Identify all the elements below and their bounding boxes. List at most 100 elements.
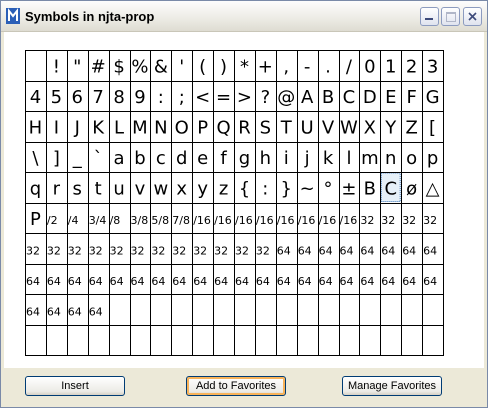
symbol-cell[interactable]: 64 <box>213 264 234 295</box>
symbol-cell[interactable]: # <box>88 50 109 81</box>
symbol-cell[interactable]: : <box>150 81 171 112</box>
symbol-cell[interactable]: p <box>422 142 443 173</box>
symbol-cell[interactable]: /4 <box>67 203 88 234</box>
symbol-cell[interactable]: 3/4 <box>88 203 109 234</box>
symbol-cell[interactable]: 64 <box>297 264 318 295</box>
symbol-cell[interactable]: 5/8 <box>150 203 171 234</box>
symbol-cell[interactable]: ; <box>171 81 192 112</box>
symbol-cell[interactable]: $ <box>109 50 130 81</box>
symbol-cell[interactable] <box>318 325 339 356</box>
symbol-cell[interactable]: { <box>234 172 255 203</box>
symbol-cell[interactable]: \ <box>25 142 46 173</box>
symbol-cell[interactable] <box>171 294 192 325</box>
symbol-cell[interactable]: 8 <box>109 81 130 112</box>
symbol-cell[interactable]: r <box>46 172 67 203</box>
symbol-cell[interactable]: C <box>339 81 360 112</box>
manage-favorites-button[interactable]: Manage Favorites <box>342 376 442 396</box>
symbol-cell[interactable]: 32 <box>46 233 67 264</box>
symbol-cell[interactable]: V <box>318 111 339 142</box>
symbol-cell[interactable] <box>130 325 151 356</box>
symbol-cell[interactable]: /16 <box>318 203 339 234</box>
symbol-cell[interactable]: 0 <box>359 50 380 81</box>
symbol-cell[interactable]: 64 <box>359 233 380 264</box>
symbol-cell[interactable]: + <box>255 50 276 81</box>
symbol-cell[interactable]: 64 <box>234 264 255 295</box>
symbol-cell[interactable]: 64 <box>422 264 443 295</box>
symbol-cell[interactable]: 64 <box>192 264 213 295</box>
symbol-cell[interactable]: X <box>359 111 380 142</box>
symbol-cell[interactable]: - <box>297 50 318 81</box>
symbol-cell[interactable]: 64 <box>25 264 46 295</box>
symbol-cell[interactable]: ~ <box>297 172 318 203</box>
symbol-cell[interactable]: B <box>318 81 339 112</box>
symbol-cell[interactable]: 64 <box>67 264 88 295</box>
symbol-cell[interactable]: K <box>88 111 109 142</box>
symbol-cell[interactable]: , <box>276 50 297 81</box>
symbol-cell[interactable]: s <box>67 172 88 203</box>
symbol-cell[interactable]: " <box>67 50 88 81</box>
symbol-cell[interactable] <box>276 325 297 356</box>
symbol-cell[interactable]: ? <box>255 81 276 112</box>
symbol-cell[interactable]: = <box>213 81 234 112</box>
symbol-cell[interactable] <box>255 294 276 325</box>
symbol-cell[interactable]: C <box>380 172 401 203</box>
symbol-cell[interactable]: @ <box>276 81 297 112</box>
symbol-cell[interactable]: N <box>150 111 171 142</box>
symbol-cell[interactable] <box>67 325 88 356</box>
symbol-cell[interactable] <box>46 325 67 356</box>
symbol-cell[interactable]: m <box>359 142 380 173</box>
symbol-cell[interactable]: l <box>339 142 360 173</box>
symbol-cell[interactable] <box>150 325 171 356</box>
symbol-cell[interactable]: 64 <box>422 233 443 264</box>
symbol-cell[interactable]: F <box>401 81 422 112</box>
symbol-cell[interactable]: > <box>234 81 255 112</box>
symbol-cell[interactable]: 64 <box>380 264 401 295</box>
symbol-cell[interactable]: 3/8 <box>130 203 151 234</box>
symbol-cell[interactable]: . <box>318 50 339 81</box>
insert-button[interactable]: Insert <box>25 376 125 396</box>
symbol-cell[interactable]: 32 <box>359 203 380 234</box>
symbol-cell[interactable]: 64 <box>318 264 339 295</box>
symbol-cell[interactable]: /8 <box>109 203 130 234</box>
symbol-cell[interactable]: 64 <box>276 264 297 295</box>
symbol-cell[interactable] <box>88 325 109 356</box>
symbol-cell[interactable]: 64 <box>339 264 360 295</box>
symbol-cell[interactable]: 5 <box>46 81 67 112</box>
symbol-cell[interactable]: ) <box>213 50 234 81</box>
symbol-cell[interactable]: 7 <box>88 81 109 112</box>
symbol-cell[interactable] <box>401 294 422 325</box>
symbol-cell[interactable]: } <box>276 172 297 203</box>
symbol-cell[interactable]: 3 <box>422 50 443 81</box>
symbol-cell[interactable]: 64 <box>150 264 171 295</box>
symbol-cell[interactable]: 2 <box>401 50 422 81</box>
symbol-cell[interactable]: R <box>234 111 255 142</box>
symbol-cell[interactable]: 64 <box>359 264 380 295</box>
symbol-cell[interactable]: Y <box>380 111 401 142</box>
symbol-cell[interactable]: v <box>130 172 151 203</box>
symbol-cell[interactable] <box>339 294 360 325</box>
symbol-cell[interactable] <box>401 325 422 356</box>
symbol-cell[interactable] <box>213 325 234 356</box>
symbol-cell[interactable] <box>276 294 297 325</box>
symbol-cell[interactable] <box>380 294 401 325</box>
symbol-cell[interactable]: i <box>276 142 297 173</box>
symbol-cell[interactable]: U <box>297 111 318 142</box>
symbol-cell[interactable]: ' <box>171 50 192 81</box>
symbol-cell[interactable] <box>213 294 234 325</box>
symbol-cell[interactable]: o <box>401 142 422 173</box>
symbol-cell[interactable] <box>192 294 213 325</box>
symbol-cell[interactable]: B <box>359 172 380 203</box>
add-to-favorites-button[interactable]: Add to Favorites <box>186 376 286 396</box>
symbol-cell[interactable]: u <box>109 172 130 203</box>
symbol-cell[interactable]: Z <box>401 111 422 142</box>
symbol-cell[interactable]: 64 <box>171 264 192 295</box>
symbol-cell[interactable]: O <box>171 111 192 142</box>
symbol-cell[interactable]: 64 <box>88 294 109 325</box>
symbol-cell[interactable]: h <box>255 142 276 173</box>
title-bar[interactable]: Symbols in njta-prop <box>1 1 487 32</box>
symbol-cell[interactable]: /16 <box>234 203 255 234</box>
symbol-cell[interactable]: /16 <box>213 203 234 234</box>
symbol-cell[interactable]: /2 <box>46 203 67 234</box>
symbol-cell[interactable]: J <box>67 111 88 142</box>
symbol-cell[interactable]: 6 <box>67 81 88 112</box>
